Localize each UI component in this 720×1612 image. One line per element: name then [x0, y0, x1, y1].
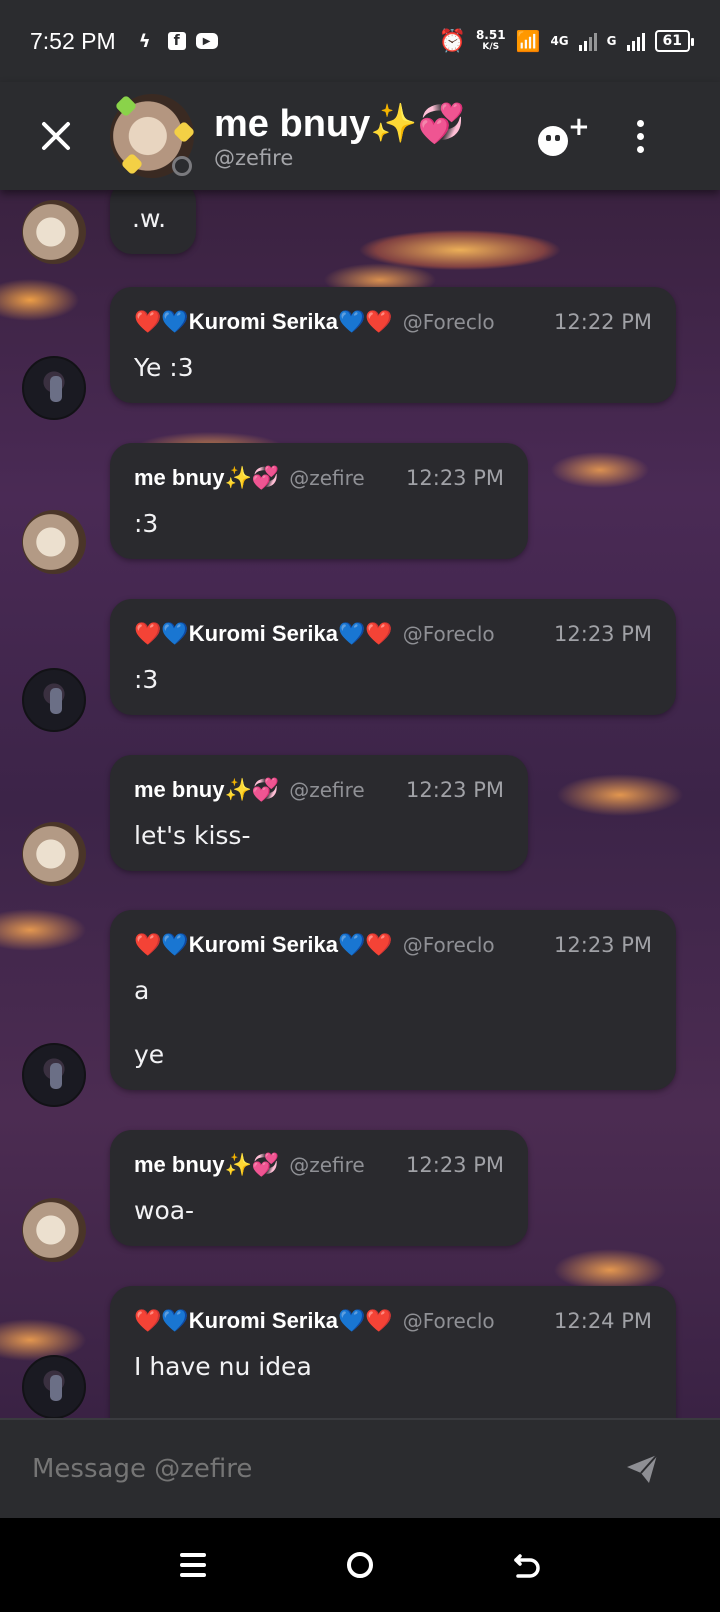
home-icon — [346, 1552, 373, 1578]
status-bar: 7:52 PM ϟ f ▶ ⏰ 8.51 K/S 📶 4G G 61 — [0, 0, 720, 82]
close-icon — [42, 122, 70, 150]
message-handle: @zefire — [289, 466, 365, 490]
message-input[interactable] — [32, 1454, 604, 1484]
message-handle: @Foreclo — [402, 933, 495, 957]
menu-icon — [180, 1553, 207, 1577]
battery-icon: 61 — [654, 30, 695, 52]
back-icon — [513, 1554, 540, 1578]
message-time: 12:23 PM — [554, 622, 652, 646]
page-title: me bnuy✨💞 — [214, 103, 465, 145]
message-composer — [0, 1418, 720, 1518]
signal-icon — [578, 31, 597, 51]
message-bubble[interactable]: ❤️💙Kuromi Serika💙❤️ @Foreclo 12:24 PM I … — [110, 1286, 676, 1418]
message-bubble[interactable]: ❤️💙Kuromi Serika💙❤️ @Foreclo 12:23 PM :3 — [110, 599, 676, 715]
chat-header: me bnuy✨💞 @zefire + — [0, 82, 720, 190]
message-text: :3 — [134, 509, 159, 538]
message-author[interactable]: me bnuy✨💞 — [134, 777, 279, 803]
message-handle: @Foreclo — [402, 1309, 495, 1333]
message-author[interactable]: ❤️💙Kuromi Serika💙❤️ — [134, 932, 393, 958]
home-button[interactable] — [330, 1535, 390, 1595]
message-text: let's kiss- — [134, 821, 251, 850]
message-time: 12:23 PM — [554, 933, 652, 957]
add-friend-icon[interactable]: + — [536, 112, 590, 158]
flash-icon: ϟ — [138, 30, 151, 52]
close-button[interactable] — [28, 108, 84, 164]
message-author[interactable]: me bnuy✨💞 — [134, 1152, 279, 1178]
avatar[interactable] — [22, 510, 86, 574]
message-author[interactable]: ❤️💙Kuromi Serika💙❤️ — [134, 309, 393, 335]
message-text: I have nu idea — [134, 1352, 312, 1381]
avatar[interactable] — [22, 1355, 86, 1418]
message-text: ye — [134, 1040, 165, 1069]
youtube-icon: ▶ — [195, 33, 218, 49]
message-time: 12:22 PM — [554, 310, 652, 334]
message-text: a — [134, 976, 150, 1005]
message-author[interactable]: me bnuy✨💞 — [134, 465, 279, 491]
avatar[interactable] — [22, 1043, 86, 1107]
avatar[interactable] — [22, 200, 86, 264]
message-bubble[interactable]: .w. — [110, 190, 196, 254]
message-text: .w. — [132, 204, 167, 233]
network-g-label: G — [606, 34, 617, 48]
message-text: Ye :3 — [134, 353, 194, 382]
message-text: woa- — [134, 1196, 195, 1225]
avatar[interactable] — [22, 822, 86, 886]
system-nav-bar — [0, 1518, 720, 1612]
signal-icon-2 — [626, 31, 645, 51]
message-handle: @zefire — [289, 1153, 365, 1177]
message-time: 12:23 PM — [406, 466, 504, 490]
message-list[interactable]: .w. ❤️💙Kuromi Serika💙❤️ @Foreclo 12:22 P… — [0, 190, 720, 1418]
message-author[interactable]: ❤️💙Kuromi Serika💙❤️ — [134, 621, 393, 647]
message-bubble[interactable]: ❤️💙Kuromi Serika💙❤️ @Foreclo 12:22 PM Ye… — [110, 287, 676, 403]
avatar[interactable] — [22, 1198, 86, 1262]
back-button[interactable] — [497, 1535, 557, 1595]
message-time: 12:24 PM — [554, 1309, 652, 1333]
send-icon[interactable] — [624, 1451, 660, 1487]
wifi-icon: 📶 — [515, 29, 541, 53]
message-bubble[interactable]: me bnuy✨💞 @zefire 12:23 PM :3 — [110, 443, 528, 559]
message-bubble[interactable]: me bnuy✨💞 @zefire 12:23 PM let's kiss- — [110, 755, 528, 871]
status-indicator — [172, 156, 192, 176]
message-author[interactable]: ❤️💙Kuromi Serika💙❤️ — [134, 1308, 393, 1334]
avatar[interactable] — [22, 356, 86, 420]
avatar[interactable] — [22, 668, 86, 732]
message-bubble[interactable]: me bnuy✨💞 @zefire 12:23 PM woa- — [110, 1130, 528, 1246]
message-time: 12:23 PM — [406, 1153, 504, 1177]
alarm-icon: ⏰ — [438, 28, 466, 54]
header-handle: @zefire — [214, 146, 294, 170]
network-speed: 8.51 K/S — [475, 28, 506, 52]
avatar[interactable] — [110, 94, 196, 178]
message-text: :3 — [134, 665, 159, 694]
network-4g-label: 4G — [550, 34, 569, 48]
message-time: 12:23 PM — [406, 778, 504, 802]
message-handle: @Foreclo — [402, 622, 495, 646]
menu-button[interactable] — [163, 1535, 223, 1595]
message-handle: @zefire — [289, 778, 365, 802]
message-handle: @Foreclo — [402, 310, 495, 334]
facebook-icon: f — [167, 32, 186, 50]
message-bubble[interactable]: ❤️💙Kuromi Serika💙❤️ @Foreclo 12:23 PM a … — [110, 910, 676, 1090]
status-time: 7:52 PM — [30, 27, 116, 54]
more-vertical-icon[interactable] — [630, 119, 650, 153]
